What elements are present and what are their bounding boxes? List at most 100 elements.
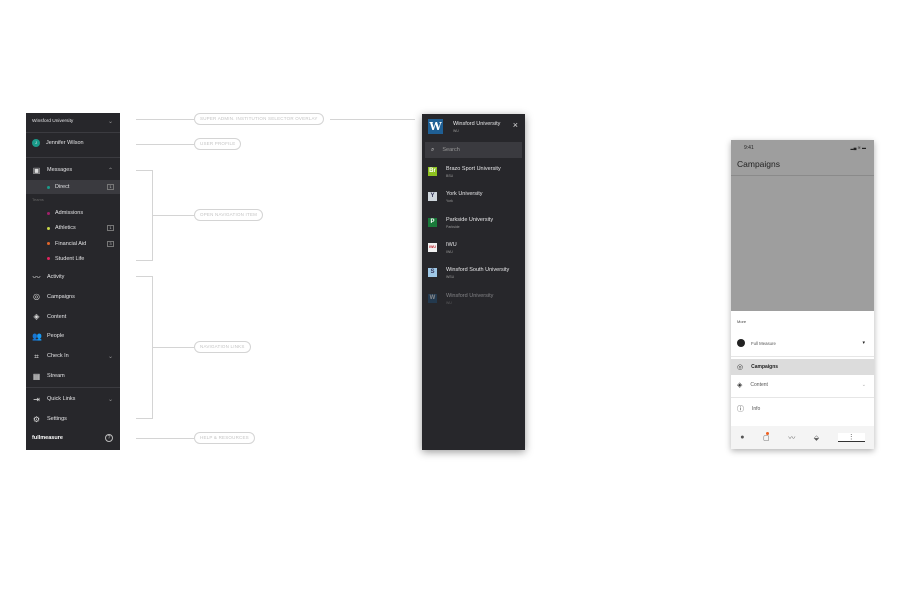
bottom-nav: ● ▢ 〰 ⬙ ⋮ — [731, 426, 874, 449]
institution-name: Winsford University — [446, 292, 494, 299]
user-profile[interactable]: J Jennifer Wilson — [26, 136, 120, 150]
divider — [26, 387, 120, 388]
institution-abbr: WU — [446, 300, 452, 305]
label: Content — [47, 313, 67, 320]
menu-item-content[interactable]: ◈ Content ⌄ — [731, 378, 874, 392]
status-dot — [47, 185, 50, 189]
label: Info — [752, 406, 761, 412]
sheet-title: More — [737, 319, 747, 324]
search-icon: ⌕ — [431, 146, 435, 153]
chevron-up-icon: ⌃ — [107, 167, 113, 174]
institution-logo: IWU — [428, 242, 437, 252]
callout-user-profile: USER PROFILE — [194, 138, 242, 150]
divider — [26, 157, 120, 158]
chevron-down-icon: ⌄ — [861, 382, 866, 388]
account-name: Full Measure — [751, 340, 776, 346]
institution-name: Winsford South University — [446, 267, 510, 274]
account-logo — [737, 339, 745, 347]
inbox-icon[interactable]: ▢ — [763, 431, 770, 442]
callout-nav-links: NAVIGATION LINKS — [194, 341, 251, 353]
institution-abbr: BSU — [446, 174, 454, 178]
inbox-icon: ▣ — [32, 165, 41, 175]
campaigns-icon: ◎ — [737, 364, 744, 371]
help-icon[interactable]: ? — [105, 434, 113, 442]
footer: fullmeasure? — [26, 431, 120, 445]
current-institution-name: Winsford University — [453, 121, 501, 127]
institution-item[interactable]: S Winsford South University WSU — [427, 265, 522, 285]
label: Direct — [55, 184, 70, 190]
campaigns-icon: ◎ — [33, 292, 40, 302]
teams-heading: Teams — [32, 197, 44, 202]
brand-logo: fullmeasure — [32, 435, 63, 441]
people-icon: 👥 — [32, 331, 42, 341]
sidebar-item-settings[interactable]: ⚙ Settings — [26, 412, 120, 426]
count-badge: 1 — [107, 184, 114, 190]
profile-icon[interactable]: ● — [740, 434, 744, 441]
label: Stream — [47, 373, 65, 379]
account-selector[interactable]: Full Measure ▾ — [731, 336, 874, 350]
close-icon[interactable]: × — [513, 120, 518, 130]
chevron-down-icon: ⌄ — [107, 118, 113, 125]
sidebar-item-activity[interactable]: 〰 Activity — [26, 270, 120, 284]
institution-abbr: Parkside — [446, 224, 460, 229]
label: Admissions — [55, 210, 84, 216]
sidebar-item-check-in[interactable]: ⌗ Check In ⌄ — [26, 349, 120, 363]
callout-selector: SUPER ADMIN. INSTITUTION SELECTOR OVERLA… — [194, 113, 324, 125]
team-color-dot — [47, 242, 50, 246]
institution-item[interactable]: IWU IWU IWU — [427, 240, 522, 260]
sidebar-item-campaigns[interactable]: ◎ Campaigns — [26, 290, 120, 304]
institution-name: York University — [446, 191, 483, 198]
institution-logo: S — [428, 268, 437, 278]
callout-help: HELP & RESOURCES — [194, 432, 255, 444]
menu-item-info[interactable]: ⓘ Info — [731, 402, 874, 416]
count-badge: 1 — [107, 225, 114, 232]
institution-item[interactable]: P Parkside University Parkside — [427, 215, 522, 235]
label: Quick Links — [47, 396, 76, 402]
institution-item[interactable]: W Winsford University WU — [427, 291, 522, 311]
search-input[interactable]: ⌕ Search — [425, 142, 522, 158]
current-institution-logo: W — [428, 119, 443, 134]
sidebar-item-team[interactable]: Financial Aid 3 — [26, 237, 120, 251]
institution-item[interactable]: Y York University York — [427, 189, 522, 209]
sidebar-item-direct[interactable]: Direct 1 — [26, 180, 120, 194]
sidebar-item-team[interactable]: Admissions — [26, 206, 120, 220]
more-icon[interactable]: ⋮ — [837, 433, 865, 442]
institution-selector-overlay: W Winsford University WU × ⌕ Search Br Bra… — [422, 114, 525, 450]
team-color-dot — [47, 257, 50, 261]
label: Content — [750, 382, 768, 388]
label: Activity — [47, 274, 65, 280]
sidebar-item-quick-links[interactable]: ⇥ Quick Links ⌄ — [26, 392, 120, 406]
current-institution-abbr: WU — [453, 129, 459, 133]
label: People — [47, 333, 65, 340]
institution-name: Brazo Sport University — [446, 166, 501, 172]
avatar: J — [32, 139, 40, 147]
activity-icon[interactable]: 〰 — [788, 433, 795, 443]
chevron-down-icon: ⌄ — [107, 396, 113, 403]
institution-selector[interactable]: Winsford University ⌄ — [26, 114, 120, 128]
institution-item[interactable]: Br Brazo Sport University BSU — [427, 164, 522, 184]
count-badge: 3 — [107, 240, 114, 247]
layers-icon: ◈ — [33, 312, 40, 322]
gear-icon: ⚙ — [32, 414, 41, 424]
search-placeholder: Search — [442, 147, 460, 153]
location-pin-icon[interactable]: ⬙ — [814, 434, 819, 442]
sidebar-item-messages[interactable]: ▣ Messages ⌃ — [26, 163, 120, 177]
qr-scan-icon: ⌗ — [34, 351, 39, 361]
menu-item-campaigns[interactable]: ◎ Campaigns — [731, 359, 874, 375]
institution-abbr: York — [446, 199, 453, 204]
institution-logo: Y — [428, 192, 437, 202]
sidebar-item-people[interactable]: 👥 People — [26, 329, 120, 343]
team-color-dot — [47, 211, 50, 215]
status-time: 9:41 — [744, 145, 754, 151]
label: Messages — [47, 167, 73, 173]
sidebar-item-stream[interactable]: ▦ Stream — [26, 369, 120, 383]
institution-abbr: IWU — [446, 249, 453, 254]
login-icon: ⇥ — [33, 394, 40, 404]
sidebar-item-team[interactable]: Athletics 1 — [26, 221, 120, 235]
sidebar-item-team[interactable]: Student Life — [26, 252, 120, 266]
sidebar-item-content[interactable]: ◈ Content — [26, 310, 120, 324]
grid-icon: ▦ — [32, 371, 41, 381]
institution-logo: W — [428, 293, 437, 303]
sidebar: Winsford University ⌄ J Jennifer Wilson ▣ M… — [26, 113, 120, 450]
label: Financial Aid — [55, 240, 87, 247]
